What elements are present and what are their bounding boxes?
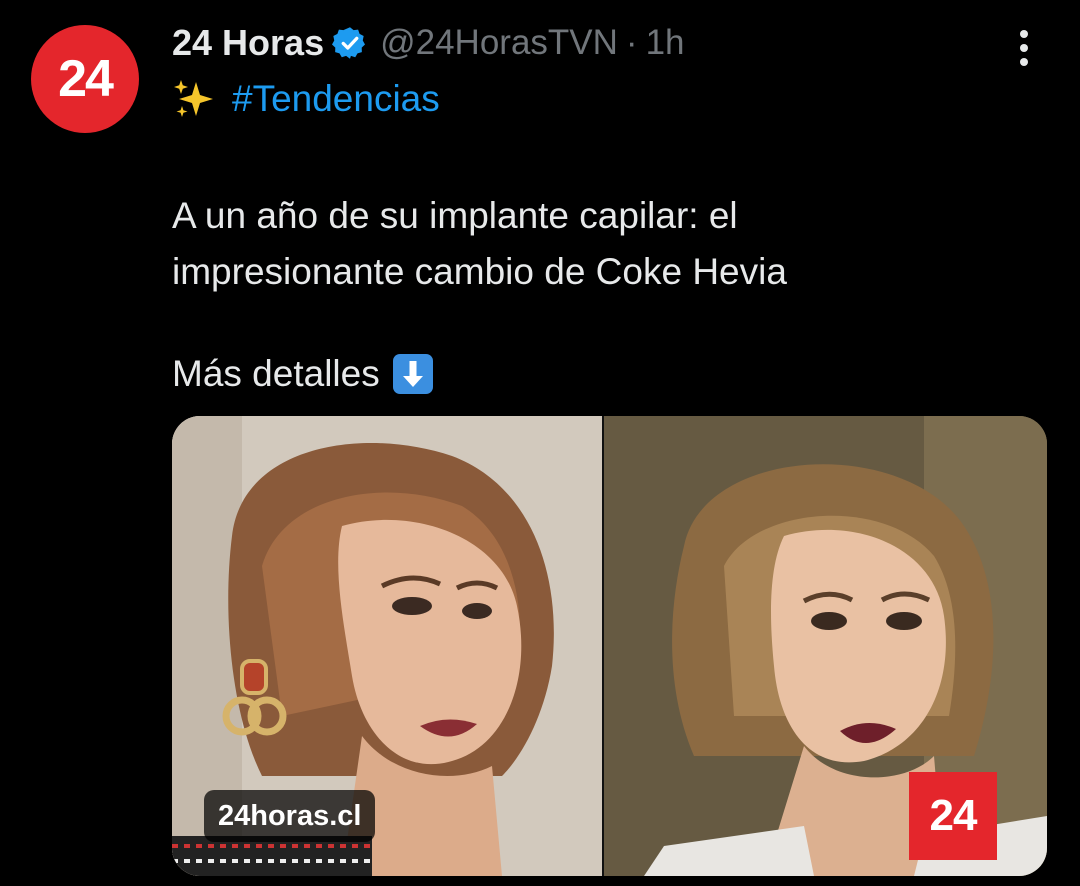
sparkles-emoji-icon <box>172 78 218 120</box>
more-details-text: Más detalles <box>172 353 380 394</box>
avatar-logo-text: 24 <box>58 50 114 108</box>
post-time[interactable]: 1h <box>646 23 685 63</box>
more-options-icon[interactable] <box>1004 26 1044 70</box>
avatar[interactable]: 24 <box>31 25 139 133</box>
more-details-line: Más detalles <box>172 346 434 402</box>
photo-left[interactable]: 24horas.cl <box>172 416 602 876</box>
tweet-text-line: A un año de su implante capilar: el <box>172 195 738 236</box>
tweet-text: A un año de su implante capilar: el impr… <box>172 188 1032 300</box>
down-arrow-emoji-icon <box>392 353 434 395</box>
user-handle[interactable]: @24HorasTVN <box>380 23 618 63</box>
hashtag-link[interactable]: #Tendencias <box>232 78 440 120</box>
tweet-hashtag-line: #Tendencias <box>172 78 440 120</box>
tweet-text-line: impresionante cambio de Coke Hevia <box>172 251 787 292</box>
separator-dot: · <box>625 23 638 62</box>
media-card[interactable]: 24horas.cl 24 <box>172 416 1047 876</box>
tweet-header: 24 Horas @24HorasTVN · 1h <box>172 20 685 66</box>
brand-logo-badge: 24 <box>909 772 997 860</box>
photo-right[interactable]: 24 <box>604 416 1047 876</box>
tweet: 24 24 Horas @24HorasTVN · 1h #Tendencias… <box>0 0 1080 886</box>
verified-badge-icon <box>332 25 368 61</box>
link-domain-badge: 24horas.cl <box>204 790 376 842</box>
display-name[interactable]: 24 Horas <box>172 22 324 64</box>
